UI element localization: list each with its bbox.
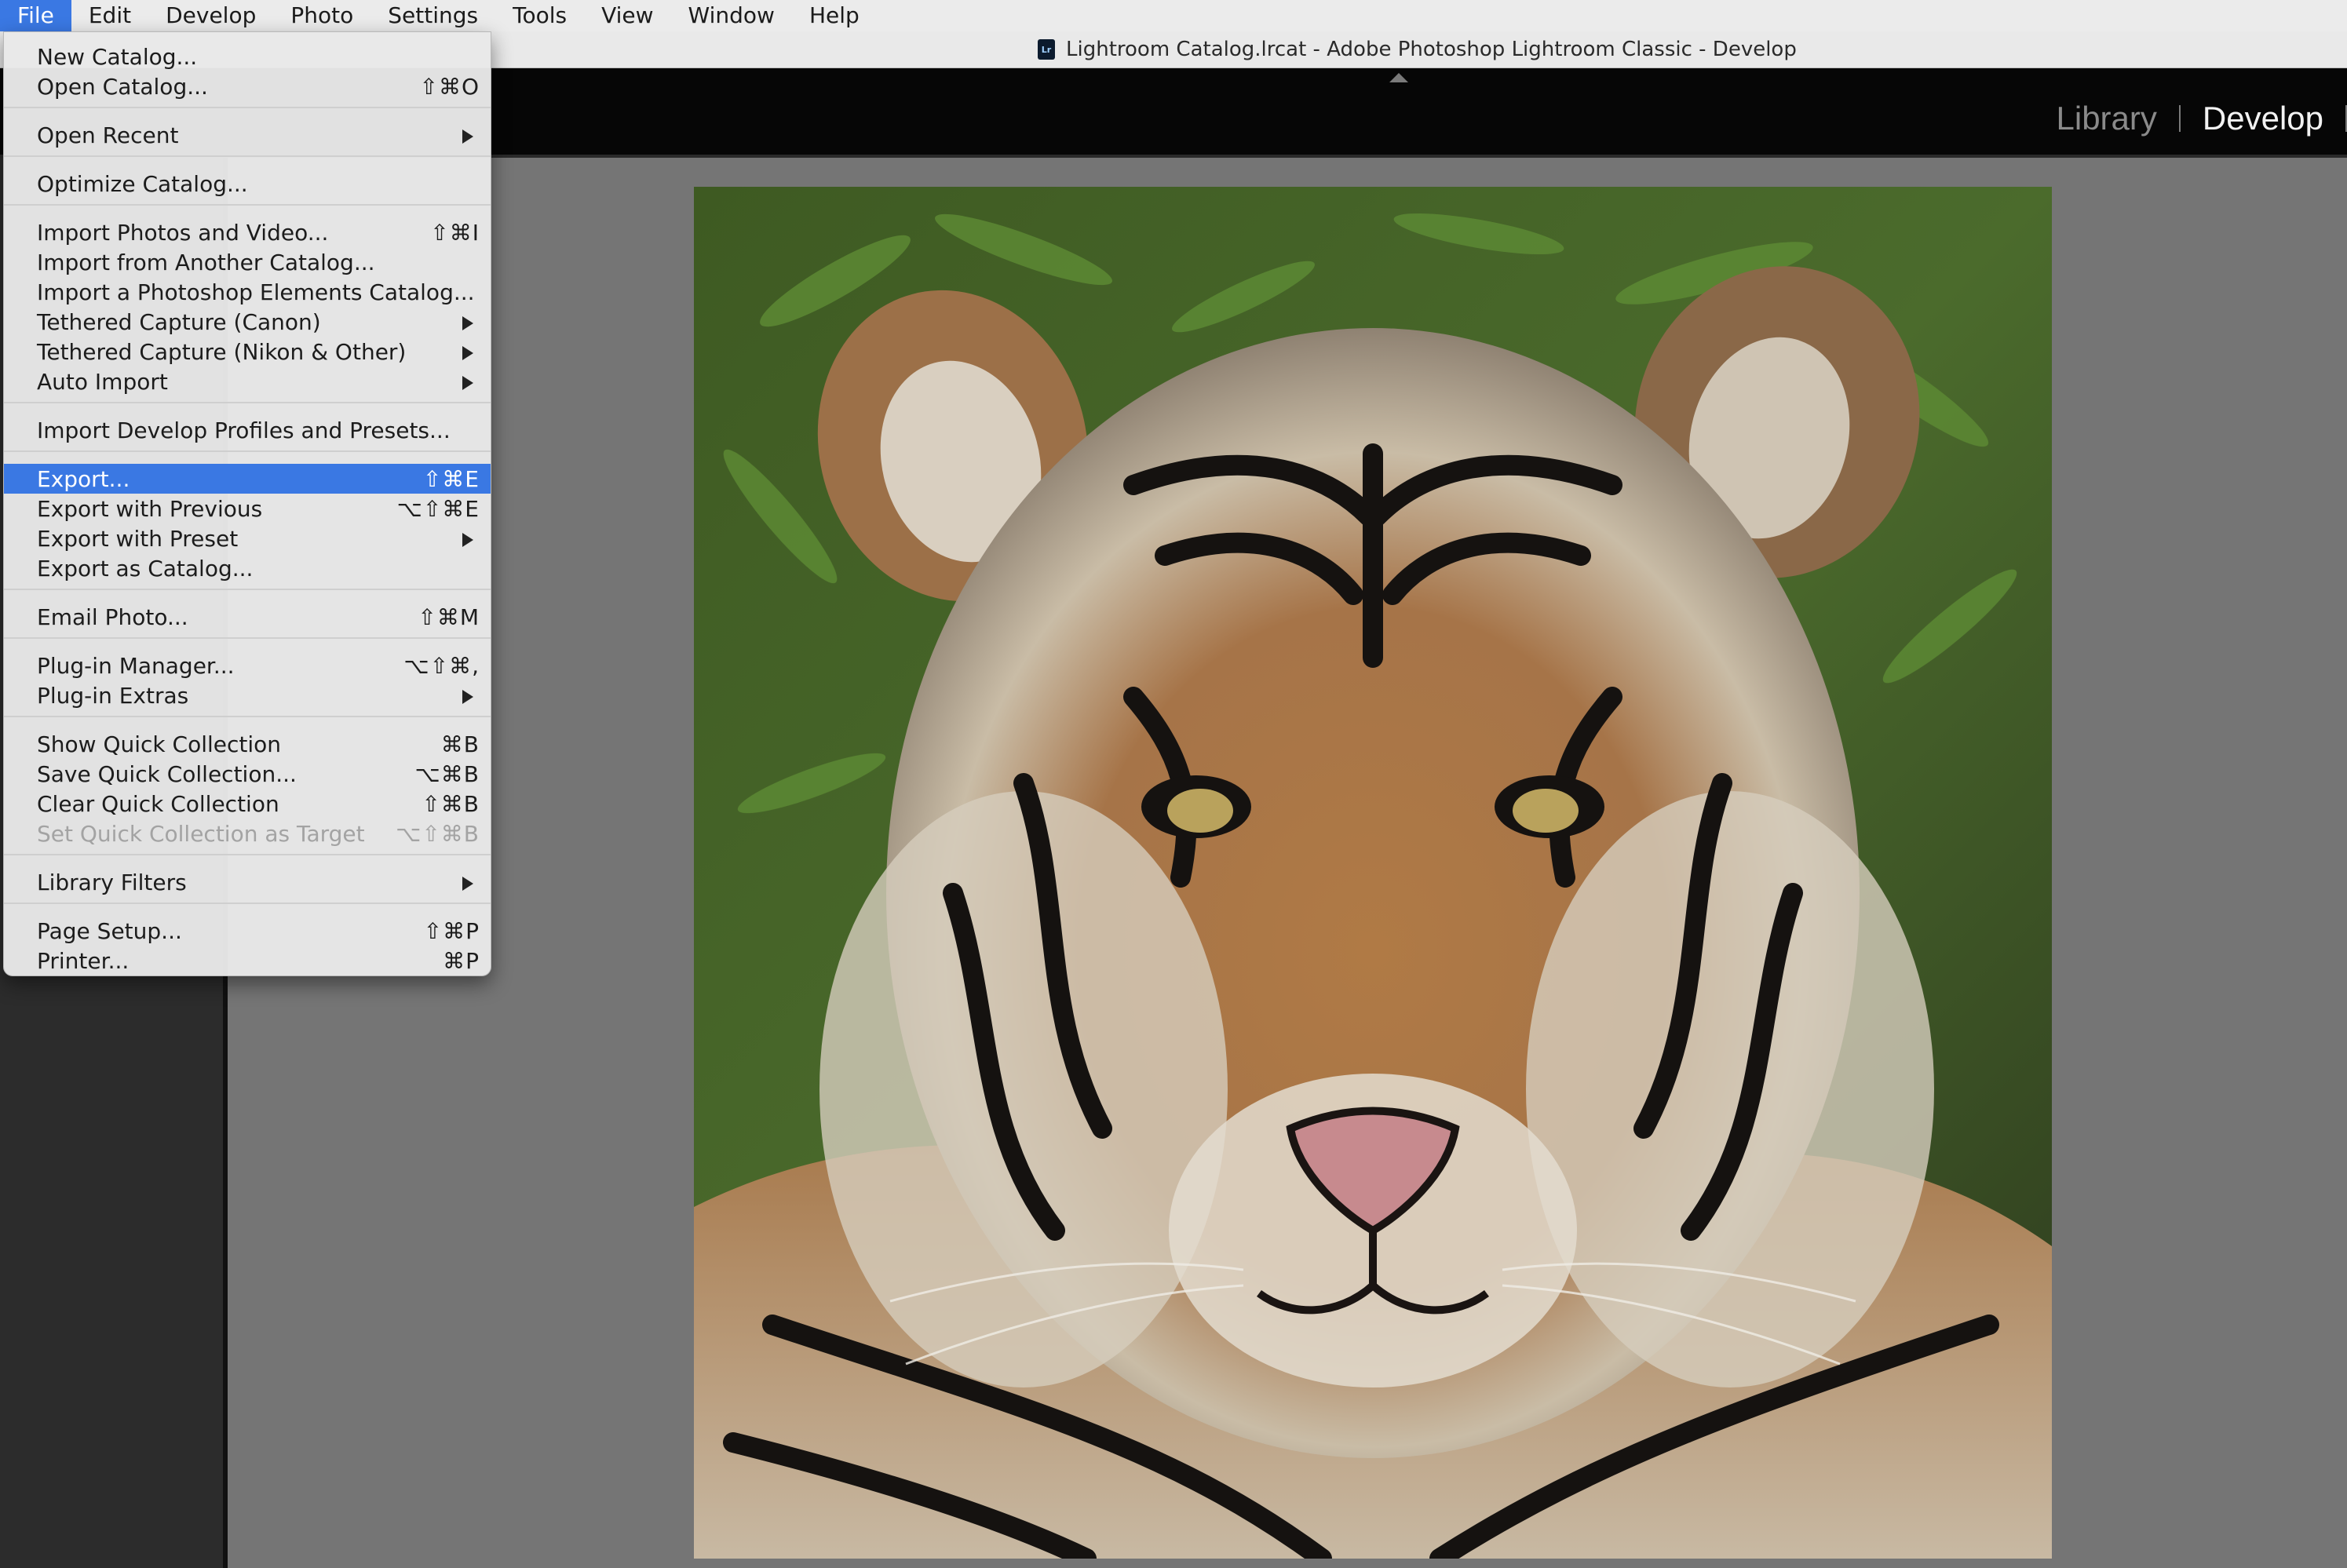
- menu-item-label: Tethered Capture (Canon): [37, 308, 321, 335]
- mac-menu-bar: File Edit Develop Photo Settings Tools V…: [0, 0, 2347, 32]
- menu-item-clear-quick-collection[interactable]: Clear Quick Collection ⇧⌘B: [4, 789, 491, 819]
- menu-item-label: Export with Preset: [37, 525, 239, 552]
- menu-item-export-with-previous[interactable]: Export with Previous ⌥⇧⌘E: [4, 494, 491, 523]
- menu-item-shortcut: ⌥⇧⌘B: [396, 820, 480, 847]
- menu-item-library-filters[interactable]: Library Filters: [4, 867, 491, 897]
- menu-item-label: Open Catalog...: [37, 73, 208, 100]
- menu-item-optimize-catalog[interactable]: Optimize Catalog...: [4, 169, 491, 199]
- menu-item-tethered-nikon[interactable]: Tethered Capture (Nikon & Other): [4, 337, 491, 366]
- menu-item-label: Plug-in Extras: [37, 682, 189, 709]
- menu-item-label: Set Quick Collection as Target: [37, 820, 365, 847]
- menu-item-plugin-extras[interactable]: Plug-in Extras: [4, 680, 491, 710]
- menu-item-shortcut: ⌥⌘B: [414, 760, 480, 787]
- menu-item-label: Open Recent: [37, 122, 179, 148]
- submenu-arrow-icon: [462, 316, 473, 330]
- menu-item-label: Export...: [37, 465, 130, 492]
- menu-photo[interactable]: Photo: [273, 0, 370, 31]
- menu-item-export-as-catalog[interactable]: Export as Catalog...: [4, 553, 491, 583]
- menu-item-label: Import a Photoshop Elements Catalog...: [37, 279, 475, 305]
- menu-item-plugin-manager[interactable]: Plug-in Manager... ⌥⇧⌘,: [4, 651, 491, 680]
- menu-item-shortcut: ⇧⌘I: [430, 219, 480, 246]
- menu-settings[interactable]: Settings: [370, 0, 495, 31]
- menu-item-label: Export with Previous: [37, 495, 263, 522]
- menu-item-label: Clear Quick Collection: [37, 790, 279, 817]
- submenu-arrow-icon: [462, 690, 473, 704]
- submenu-arrow-icon: [462, 346, 473, 360]
- menu-develop[interactable]: Develop: [148, 0, 273, 31]
- submenu-arrow-icon: [462, 129, 473, 144]
- window-title-text: Lightroom Catalog.lrcat - Adobe Photosho…: [1066, 38, 1797, 61]
- window-title: Lr Lightroom Catalog.lrcat - Adobe Photo…: [1038, 37, 1797, 62]
- menu-item-label: Auto Import: [37, 368, 168, 395]
- menu-file[interactable]: File: [0, 0, 71, 31]
- module-picker: Library Develop: [2035, 100, 2347, 137]
- menu-item-open-catalog[interactable]: Open Catalog... ⇧⌘O: [4, 71, 491, 101]
- menu-item-printer[interactable]: Printer... ⌘P: [4, 946, 491, 975]
- menu-item-label: Import Photos and Video...: [37, 219, 329, 246]
- lightroom-document-icon: Lr: [1038, 39, 1055, 60]
- menu-item-shortcut: ⌘P: [443, 947, 480, 974]
- menu-separator: [4, 107, 491, 108]
- menu-item-import-elements-catalog[interactable]: Import a Photoshop Elements Catalog...: [4, 277, 491, 307]
- menu-separator: [4, 402, 491, 403]
- menu-item-shortcut: ⌘B: [440, 731, 480, 757]
- menu-item-label: Library Filters: [37, 869, 187, 895]
- menu-item-label: Optimize Catalog...: [37, 170, 248, 197]
- menu-item-tethered-canon[interactable]: Tethered Capture (Canon): [4, 307, 491, 337]
- menu-item-label: Printer...: [37, 947, 130, 974]
- tiger-photo-image: [694, 187, 2052, 1559]
- menu-item-set-quick-collection-target: Set Quick Collection as Target ⌥⇧⌘B: [4, 819, 491, 848]
- submenu-arrow-icon: [462, 877, 473, 891]
- menu-separator: [4, 155, 491, 157]
- module-develop[interactable]: Develop: [2181, 100, 2345, 137]
- menu-tools[interactable]: Tools: [495, 0, 584, 31]
- menu-item-label: Show Quick Collection: [37, 731, 282, 757]
- menu-item-import-profiles-presets[interactable]: Import Develop Profiles and Presets...: [4, 415, 491, 445]
- menu-separator: [4, 450, 491, 452]
- menu-item-shortcut: ⇧⌘M: [418, 603, 480, 630]
- menu-separator: [4, 854, 491, 855]
- menu-separator: [4, 637, 491, 639]
- menu-item-open-recent[interactable]: Open Recent: [4, 120, 491, 150]
- menu-help[interactable]: Help: [792, 0, 877, 31]
- menu-item-label: Save Quick Collection...: [37, 760, 297, 787]
- menu-item-shortcut: ⇧⌘P: [423, 917, 480, 944]
- menu-item-auto-import[interactable]: Auto Import: [4, 366, 491, 396]
- menu-item-shortcut: ⌥⇧⌘,: [403, 652, 480, 679]
- menu-separator: [4, 903, 491, 904]
- menu-view[interactable]: View: [584, 0, 670, 31]
- menu-item-save-quick-collection[interactable]: Save Quick Collection... ⌥⌘B: [4, 759, 491, 789]
- photo-preview[interactable]: [694, 187, 2052, 1559]
- menu-item-export[interactable]: Export... ⇧⌘E: [4, 464, 491, 494]
- menu-item-import-photos[interactable]: Import Photos and Video... ⇧⌘I: [4, 217, 491, 247]
- menu-item-shortcut: ⇧⌘E: [422, 465, 480, 492]
- menu-item-label: New Catalog...: [37, 43, 198, 70]
- menu-item-label: Import from Another Catalog...: [37, 249, 375, 275]
- menu-item-shortcut: ⇧⌘O: [419, 73, 480, 100]
- menu-item-label: Page Setup...: [37, 917, 182, 944]
- menu-item-page-setup[interactable]: Page Setup... ⇧⌘P: [4, 916, 491, 946]
- menu-item-export-with-preset[interactable]: Export with Preset: [4, 523, 491, 553]
- menu-item-label: Email Photo...: [37, 603, 188, 630]
- menu-separator: [4, 716, 491, 717]
- menu-item-label: Export as Catalog...: [37, 555, 254, 582]
- submenu-arrow-icon: [462, 533, 473, 547]
- menu-separator: [4, 589, 491, 590]
- menu-item-label: Import Develop Profiles and Presets...: [37, 417, 451, 443]
- menu-item-email-photo[interactable]: Email Photo... ⇧⌘M: [4, 602, 491, 632]
- menu-item-shortcut: ⌥⇧⌘E: [396, 495, 480, 522]
- file-menu-dropdown: New Catalog... Open Catalog... ⇧⌘O Open …: [3, 31, 491, 976]
- menu-item-label: Tethered Capture (Nikon & Other): [37, 338, 407, 365]
- module-library[interactable]: Library: [2035, 100, 2179, 137]
- menu-window[interactable]: Window: [671, 0, 792, 31]
- menu-item-shortcut: ⇧⌘B: [422, 790, 480, 817]
- submenu-arrow-icon: [462, 376, 473, 390]
- menu-separator: [4, 204, 491, 206]
- menu-item-new-catalog[interactable]: New Catalog...: [4, 42, 491, 71]
- collapse-top-panel-icon[interactable]: [1389, 73, 1408, 82]
- menu-item-label: Plug-in Manager...: [37, 652, 235, 679]
- menu-item-import-from-catalog[interactable]: Import from Another Catalog...: [4, 247, 491, 277]
- menu-item-show-quick-collection[interactable]: Show Quick Collection ⌘B: [4, 729, 491, 759]
- menu-edit[interactable]: Edit: [71, 0, 148, 31]
